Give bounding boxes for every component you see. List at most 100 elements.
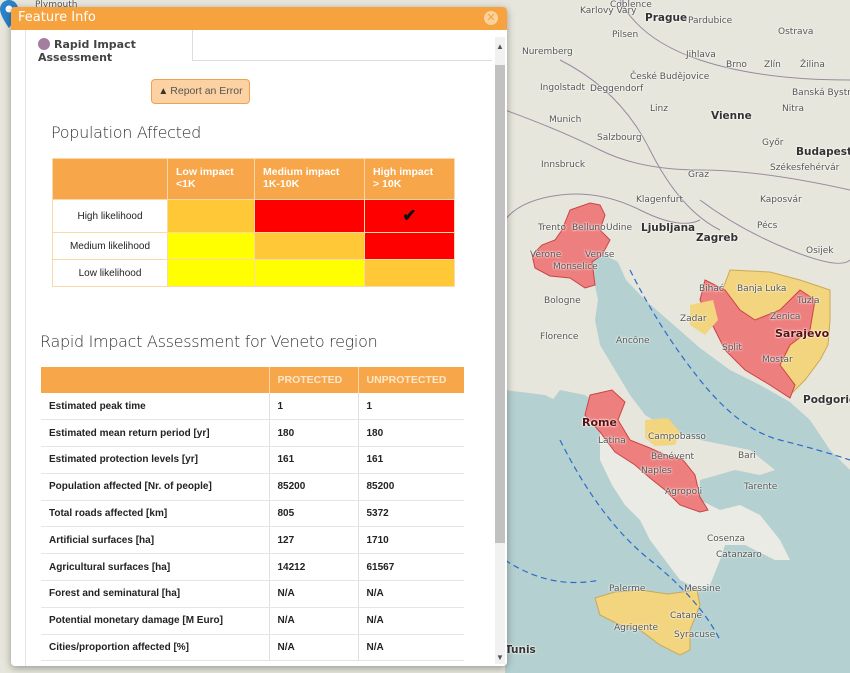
map-place-label: Bihać	[699, 284, 724, 294]
circle-dot-icon	[38, 38, 50, 50]
map-place-label: Ancône	[616, 336, 650, 346]
map-place-label: Tuzla	[797, 296, 820, 306]
map-place-label: Florence	[540, 332, 579, 342]
map-place-label: Győr	[762, 138, 784, 148]
table-row: Forest and seminatural [ha] N/A N/A	[41, 580, 464, 608]
risk-cell	[167, 199, 255, 233]
dialog-header[interactable]: Feature Info ✕	[11, 7, 507, 30]
map-place-label: Ostrava	[778, 27, 814, 37]
matrix-row-low-likelihood: Low likelihood	[52, 259, 455, 287]
table-row: Population affected [Nr. of people] 85200…	[41, 473, 464, 501]
map-place-label: Agropoli	[665, 487, 703, 497]
map-place-label: Banská Bystrica	[792, 88, 850, 98]
risk-matrix: Low impact <1K Medium impact 1K-10K High i…	[52, 158, 455, 287]
unprotected-value: 5372	[357, 500, 464, 528]
row-label: Population affected [Nr. of people]	[41, 473, 269, 501]
table-row: Cities/proportion affected [%] N/A N/A	[41, 634, 464, 662]
risk-cell	[364, 259, 455, 287]
risk-cell	[364, 232, 455, 260]
unprotected-value: 180	[357, 419, 464, 448]
protected-value: 127	[268, 526, 358, 555]
map-place-label: České Budějovice	[630, 72, 710, 82]
map-place-label: Podgorica	[803, 394, 850, 406]
protected-value: 1	[268, 393, 358, 421]
map-place-label: Zenica	[770, 312, 801, 322]
protected-value: 14212	[268, 553, 358, 582]
vertical-scrollbar[interactable]: ▲ ▼	[495, 37, 505, 664]
map-place-label: Innsbruck	[541, 160, 586, 170]
map-place-label: Tarente	[744, 482, 778, 492]
row-label: Estimated peak time	[41, 393, 269, 421]
table-row: Estimated mean return period [yr] 180 180	[41, 419, 464, 448]
map-place-label: Székesfehérvár	[770, 163, 840, 173]
map-place-label: Agrigente	[614, 623, 659, 633]
assessment-title: Rapid Impact Assessment for Veneto regio…	[40, 332, 378, 351]
protected-value: N/A	[268, 607, 358, 635]
map-place-label: Naples	[641, 466, 672, 476]
map-place-label: Syracuse	[674, 630, 716, 640]
table-row: Artificial surfaces [ha] 127 1710	[41, 526, 464, 555]
population-affected-title: Population Affected	[51, 123, 202, 142]
map-place-label: Bénévent	[651, 452, 695, 462]
report-error-button[interactable]: ▲ Report an Error	[151, 79, 250, 104]
matrix-col-low-impact: Low impact <1K	[167, 158, 255, 200]
tab-bar: Rapid Impact Assessment	[26, 30, 492, 64]
protected-value: 180	[268, 419, 358, 448]
map-place-label: Budapest	[796, 146, 850, 158]
protected-value: 85200	[268, 473, 358, 501]
map-place-label: Vérone	[530, 250, 562, 260]
map-place-label: Latina	[598, 436, 626, 446]
map-place-label: Split	[722, 343, 742, 353]
dialog-body: Rapid Impact Assessment ▲ Report an Error…	[11, 30, 507, 666]
close-icon[interactable]: ✕	[484, 11, 498, 25]
protected-value: N/A	[268, 634, 358, 662]
map-place-label: Munich	[549, 115, 582, 125]
map-place-label: Venise	[585, 250, 615, 260]
matrix-row-high-likelihood: High likelihood ✔	[52, 199, 455, 233]
map-place-label: Campobasso	[648, 432, 706, 442]
protected-value: 161	[268, 446, 358, 474]
map-place-label: Zadar	[680, 314, 707, 324]
map-place-label: Klagenfurt	[636, 195, 683, 205]
map-place-label: Pardubice	[688, 16, 733, 26]
table-row: Agricultural surfaces [ha] 14212 61567	[41, 553, 464, 582]
scroll-up-arrow-icon[interactable]: ▲	[495, 41, 505, 53]
map-place-label: Udine	[606, 223, 633, 233]
risk-cell	[254, 199, 365, 233]
map-place-label: Trento	[538, 223, 566, 233]
map-place-label: Salzbourg	[597, 133, 642, 143]
tab-rapid-impact-assessment[interactable]: Rapid Impact Assessment	[26, 30, 193, 64]
table-row: Total roads affected [km] 805 5372	[41, 500, 464, 528]
row-label: Forest and seminatural [ha]	[41, 580, 269, 608]
table-row: Potential monetary damage [M Euro] N/A N/A	[41, 607, 464, 635]
risk-cell	[254, 259, 365, 287]
dialog-title: Feature Info	[18, 10, 96, 25]
map-place-label: Rome	[582, 416, 617, 429]
map-place-label: Osijek	[806, 246, 834, 256]
risk-cell	[167, 259, 255, 287]
map-place-label: Prague	[645, 12, 688, 24]
row-label: Estimated protection levels [yr]	[41, 446, 269, 474]
map-place-label: Belluno	[572, 223, 606, 233]
scroll-content: Rapid Impact Assessment ▲ Report an Error…	[25, 30, 495, 666]
scroll-down-arrow-icon[interactable]: ▼	[495, 652, 505, 664]
header-blank	[41, 367, 269, 393]
unprotected-value: 1710	[357, 526, 464, 555]
row-label: Potential monetary damage [M Euro]	[41, 607, 269, 635]
map-place-label: Sarajevo	[775, 327, 830, 340]
map-place-label: Catanzaro	[716, 550, 762, 560]
map-place-label: Cosenza	[707, 534, 745, 544]
row-label: High likelihood	[52, 199, 168, 233]
map-place-label: Brno	[726, 60, 747, 70]
unprotected-value: N/A	[357, 607, 464, 635]
feature-info-dialog: Feature Info ✕ Rapid Impact Assessment ▲…	[11, 7, 507, 666]
unprotected-value: N/A	[357, 634, 464, 662]
header-protected: PROTECTED	[268, 367, 358, 393]
matrix-corner	[52, 158, 168, 200]
map-place-label: Vienne	[711, 110, 752, 122]
risk-cell	[167, 232, 255, 260]
report-error-label: Report an Error	[170, 85, 243, 97]
map-place-label: Karlovy Vary	[580, 6, 637, 16]
scrollbar-thumb[interactable]	[495, 65, 505, 543]
warning-triangle-icon: ▲	[158, 86, 169, 97]
